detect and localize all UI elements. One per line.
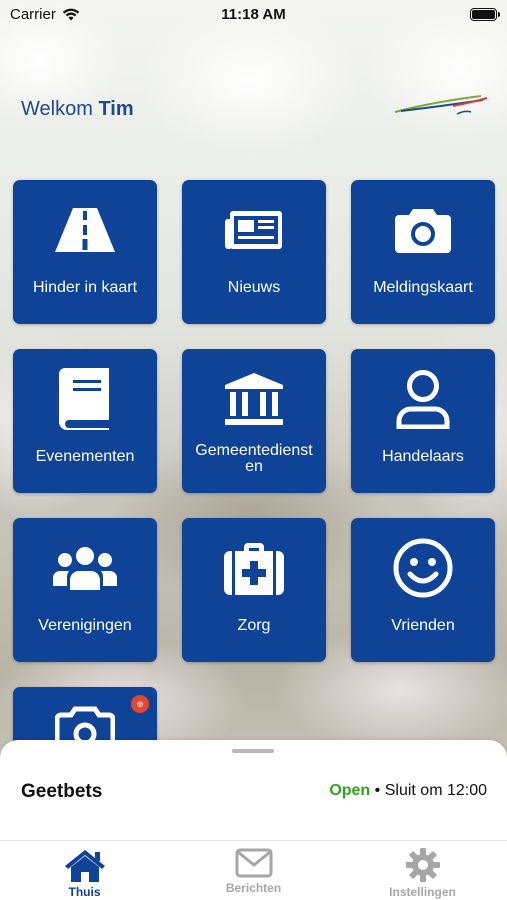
store-info-sheet[interactable]: Geetbets Open • Sluit om 12:00: [0, 740, 507, 840]
tab-instellingen[interactable]: Instellingen: [338, 841, 507, 900]
tile-label: Gemeentedienst en: [195, 442, 313, 475]
tile-label: Nieuws: [227, 279, 281, 296]
tile-photo-partial[interactable]: ◎: [13, 687, 157, 747]
tile-handelaars[interactable]: Handelaars: [351, 349, 495, 493]
home-icon: [64, 850, 105, 882]
battery-icon: [470, 7, 500, 21]
tab-thuis[interactable]: Thuis: [0, 841, 169, 900]
tile-vrienden[interactable]: Vrienden: [351, 518, 495, 662]
gear-icon: [405, 848, 440, 882]
road-icon: [55, 208, 115, 252]
smiley-icon: [393, 538, 453, 598]
tile-meldingskaart[interactable]: Meldingskaart: [351, 180, 495, 324]
municipality-logo-icon: [394, 95, 488, 115]
sheet-grabber[interactable]: [232, 749, 274, 753]
tile-verenigingen[interactable]: Verenigingen: [13, 518, 157, 662]
welcome-text: Welkom Tim: [21, 98, 134, 121]
closing-time: Sluit om 12:00: [384, 782, 487, 799]
book-icon: [59, 368, 109, 430]
tile-label: Meldingskaart: [373, 279, 473, 296]
tile-hinder-in-kaart[interactable]: Hinder in kaart: [13, 180, 157, 324]
store-hours-status: Open • Sluit om 12:00: [329, 782, 487, 800]
camera-icon: [395, 209, 451, 253]
tile-label: Evenementen: [35, 448, 135, 465]
status-separator: •: [374, 782, 381, 799]
envelope-icon: [235, 848, 272, 878]
welcome-prefix: Welkom: [21, 98, 93, 120]
status-time: 11:18 AM: [221, 5, 286, 23]
medical-kit-icon: [224, 543, 284, 595]
store-name: Geetbets: [21, 781, 103, 802]
user-name: Tim: [98, 98, 134, 120]
instagram-badge-icon: ◎: [131, 695, 149, 713]
newspaper-icon: [225, 211, 282, 249]
tab-bar: Thuis Berichten Instellingen: [0, 840, 507, 900]
status-bar: Carrier 11:18 AM: [0, 0, 507, 28]
tile-label: Hinder in kaart: [32, 279, 138, 296]
person-icon: [396, 370, 450, 429]
open-status: Open: [329, 782, 371, 799]
tab-label: Berichten: [225, 881, 282, 895]
tile-label: Handelaars: [382, 448, 464, 465]
tile-evenementen[interactable]: Evenementen: [13, 349, 157, 493]
tile-label: Zorg: [237, 617, 271, 634]
tab-label: Instellingen: [389, 885, 456, 899]
tile-gemeentediensten[interactable]: Gemeentedienst en: [182, 349, 326, 493]
tab-berichten[interactable]: Berichten: [169, 841, 338, 900]
tile-zorg[interactable]: Zorg: [182, 518, 326, 662]
tile-label: Vrienden: [391, 617, 455, 634]
tab-label: Thuis: [68, 885, 101, 899]
tile-grid: Hinder in kaart Nieuws Meldingskaart Eve: [13, 180, 495, 747]
group-icon: [53, 547, 117, 590]
tile-nieuws[interactable]: Nieuws: [182, 180, 326, 324]
building-icon: [225, 373, 283, 425]
tile-label: Verenigingen: [38, 617, 132, 634]
